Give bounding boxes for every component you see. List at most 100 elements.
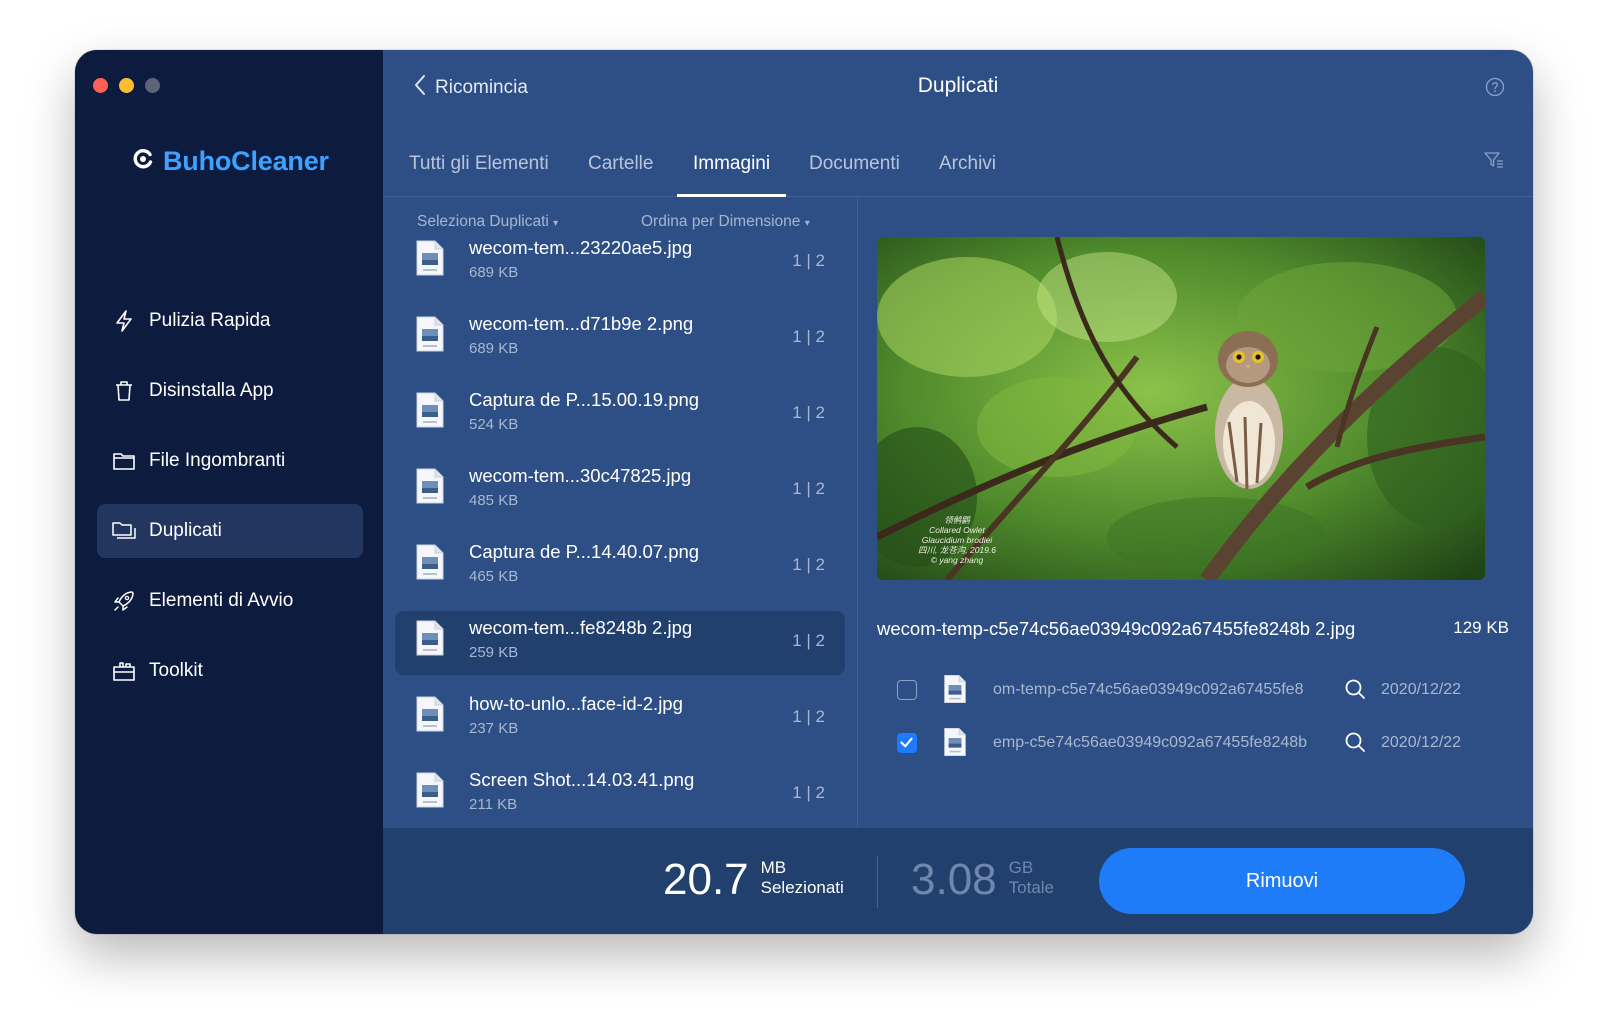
file-size: 485 KB — [469, 492, 519, 509]
file-size: 524 KB — [469, 416, 519, 433]
image-preview: 领鸺鹠 Collared Owlet Glaucidium brodiei 四川… — [877, 237, 1485, 580]
duplicate-path: om-temp-c5e74c56ae03949c092a67455fe8 — [993, 681, 1304, 698]
duplicate-count: 1 | 2 — [792, 631, 825, 650]
file-size: 237 KB — [469, 720, 519, 737]
list-item-selected[interactable]: wecom-tem...fe8248b 2.jpg 259 KB 1 | 2 — [395, 611, 845, 675]
duplicate-count: 1 | 2 — [792, 555, 825, 574]
file-name: Captura de P...14.40.07.png — [469, 541, 700, 562]
file-name: wecom-tem...fe8248b 2.jpg — [469, 617, 693, 638]
list-item[interactable]: wecom-tem...23220ae5.jpg 689 KB 1 | 2 — [395, 231, 845, 295]
bottom-bar: 20.7 MB Selezionati 3.08 GB Totale Rimuo… — [383, 828, 1533, 934]
file-name: Captura de P...15.00.19.png — [469, 389, 700, 410]
rocket-icon — [111, 588, 137, 614]
duplicate-count: 1 | 2 — [792, 251, 825, 270]
trash-icon — [111, 378, 137, 404]
image-file-icon — [943, 673, 967, 710]
duplicate-path: emp-c5e74c56ae03949c092a67455fe8248b — [993, 734, 1308, 751]
file-name: wecom-tem...30c47825.jpg — [469, 465, 692, 486]
photo-caption-3: Glaucidium brodiei — [922, 535, 994, 545]
file-name: wecom-tem...d71b9e 2.png — [469, 313, 694, 334]
tab-tutti-gli-elementi[interactable]: Tutti gli Elementi — [409, 150, 549, 196]
remove-button[interactable]: Rimuovi — [1099, 848, 1465, 914]
search-icon — [1343, 732, 1367, 758]
list-item[interactable]: Captura de P...15.00.19.png 524 KB 1 | 2 — [395, 383, 845, 447]
checkmark-icon — [898, 737, 915, 755]
zoom-window-button[interactable] — [145, 78, 160, 93]
sidebar-item-label: File Ingombranti — [149, 450, 286, 471]
close-window-button[interactable] — [93, 78, 108, 93]
duplicate-checkbox[interactable] — [897, 680, 917, 700]
total-size-unit: GB Totale — [1008, 858, 1055, 897]
file-size: 259 KB — [469, 644, 519, 661]
app-logo: BuhoCleaner — [131, 146, 329, 177]
duplicate-date: 2020/12/22 — [1381, 734, 1462, 751]
image-file-icon — [415, 771, 445, 814]
preview-panel: 领鸺鹠 Collared Owlet Glaucidium brodiei 四川… — [857, 197, 1533, 875]
sidebar-nav: Pulizia Rapida Disinstalla App File Ingo… — [97, 294, 363, 714]
sidebar-item-label: Pulizia Rapida — [149, 310, 271, 331]
selected-size-stat: 20.7 MB Selezionati — [663, 852, 844, 908]
tab-cartelle[interactable]: Cartelle — [588, 150, 653, 196]
sidebar-item-label: Disinstalla App — [149, 380, 274, 401]
duplicate-count: 1 | 2 — [792, 707, 825, 726]
sidebar-item-pulizia-rapida[interactable]: Pulizia Rapida — [97, 294, 363, 348]
sidebar-item-toolkit[interactable]: Toolkit — [97, 644, 363, 698]
tab-immagini[interactable]: Immagini — [676, 150, 787, 197]
select-duplicates-dropdown[interactable]: Seleziona Duplicati ▾ — [417, 213, 558, 231]
page-title: Duplicati — [917, 74, 999, 97]
list-item[interactable]: Captura de P...14.40.07.png 465 KB 1 | 2 — [395, 535, 845, 599]
file-name: wecom-tem...23220ae5.jpg — [469, 237, 693, 258]
sidebar-item-elementi-di-avvio[interactable]: Elementi di Avvio — [97, 574, 363, 628]
file-size: 465 KB — [469, 568, 519, 585]
duplicate-count: 1 | 2 — [792, 479, 825, 498]
list-item[interactable]: wecom-tem...d71b9e 2.png 689 KB 1 | 2 — [395, 307, 845, 371]
file-size: 211 KB — [469, 796, 518, 813]
image-file-icon — [415, 543, 445, 586]
filter-button[interactable] — [1483, 150, 1505, 175]
folder-icon — [111, 448, 137, 474]
selected-size-value: 20.7 — [663, 855, 749, 904]
top-bar: Ricomincia Duplicati — [383, 50, 1533, 130]
total-size-stat: 3.08 GB Totale — [911, 852, 1054, 908]
duplicate-folders-icon — [111, 518, 137, 544]
image-file-icon — [415, 467, 445, 510]
total-size-value: 3.08 — [911, 855, 997, 904]
window-controls — [93, 78, 160, 93]
duplicate-checkbox-checked[interactable] — [897, 733, 917, 753]
list-item[interactable]: how-to-unlo...face-id-2.jpg 237 KB 1 | 2 — [395, 687, 845, 751]
duplicate-count: 1 | 2 — [792, 783, 825, 802]
photo-caption-5: © yang zhang — [931, 555, 984, 565]
sort-dropdown[interactable]: Ordina per Dimensione ▾ — [641, 213, 810, 231]
duplicates-list: Seleziona Duplicati ▾ Ordina per Dimensi… — [383, 197, 858, 875]
reveal-in-finder-button[interactable] — [1343, 730, 1367, 759]
preview-file-name: wecom-temp-c5e74c56ae03949c092a67455fe82… — [877, 618, 1356, 639]
sidebar-item-file-ingombranti[interactable]: File Ingombranti — [97, 434, 363, 488]
sidebar: BuhoCleaner Pulizia Rapida Disinstalla A… — [75, 50, 383, 934]
duplicate-entry: om-temp-c5e74c56ae03949c092a67455fe8 202… — [877, 671, 1513, 711]
file-size: 689 KB — [469, 264, 519, 281]
divider — [877, 856, 878, 908]
list-item[interactable]: Screen Shot...14.03.41.png 211 KB 1 | 2 — [395, 763, 845, 827]
image-file-icon — [415, 391, 445, 434]
app-name: BuhoCleaner — [163, 146, 329, 176]
minimize-window-button[interactable] — [119, 78, 134, 93]
photo-caption-4: 四川, 龙苍沟, 2019.6 — [918, 545, 996, 555]
sidebar-item-disinstalla-app[interactable]: Disinstalla App — [97, 364, 363, 418]
image-file-icon — [415, 239, 445, 282]
photo-caption-2: Collared Owlet — [929, 525, 985, 535]
help-button[interactable] — [1485, 77, 1505, 102]
sidebar-item-duplicati[interactable]: Duplicati — [97, 504, 363, 558]
list-item[interactable]: wecom-tem...30c47825.jpg 485 KB 1 | 2 — [395, 459, 845, 523]
toolbox-icon — [111, 658, 137, 684]
help-icon — [1485, 77, 1505, 101]
reveal-in-finder-button[interactable] — [1343, 677, 1367, 706]
tab-documenti[interactable]: Documenti — [809, 150, 900, 196]
file-name: how-to-unlo...face-id-2.jpg — [469, 693, 683, 714]
duplicate-date: 2020/12/22 — [1381, 681, 1462, 698]
file-name: Screen Shot...14.03.41.png — [469, 769, 695, 790]
file-rows: wecom-tem...23220ae5.jpg 689 KB 1 | 2 we… — [395, 231, 845, 839]
duplicate-count: 1 | 2 — [792, 327, 825, 346]
category-tabs: Tutti gli Elementi Cartelle Immagini Doc… — [383, 146, 1533, 197]
tab-archivi[interactable]: Archivi — [939, 150, 996, 196]
photo-caption-1: 领鸺鹠 — [944, 515, 971, 525]
